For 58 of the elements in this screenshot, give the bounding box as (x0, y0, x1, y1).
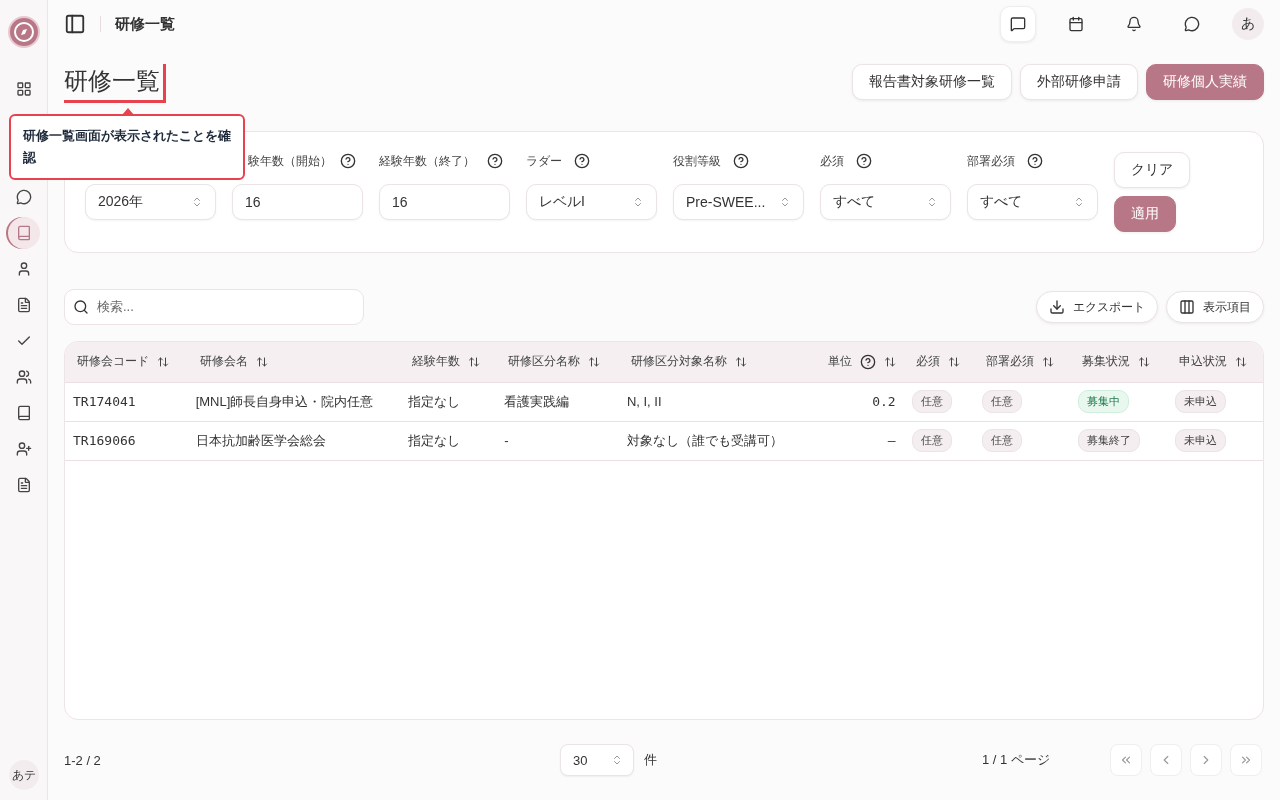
input-field[interactable]: 16 (379, 184, 510, 220)
filter-label: 験年数（開始） (248, 152, 332, 170)
filter-label: 部署必須 (967, 152, 1015, 170)
toolbar-button[interactable]: エクスポート (1036, 291, 1158, 323)
column-header[interactable]: 募集状況 (1070, 342, 1167, 382)
page-title: 研修一覧 (64, 64, 166, 103)
page-info: 1 / 1 ページ (982, 751, 1051, 769)
table-cell: TR169066 (65, 421, 188, 460)
action-button[interactable]: 外部研修申請 (1020, 64, 1138, 100)
unit-text: 件 (644, 751, 658, 769)
table-cell: [MNL]師長自身申込・院内任意 (187, 382, 400, 421)
filter-label: 必須 (820, 152, 844, 170)
column-header[interactable]: 研修区分対象名称 (618, 342, 808, 382)
status-badge: 任意 (981, 429, 1022, 452)
table-cell: 0.2 (807, 382, 904, 421)
header-title: 研修一覧 (115, 14, 176, 34)
page-size-select[interactable]: 30 (560, 744, 634, 776)
input-field[interactable]: 16 (232, 184, 363, 220)
range-text: 1-2 / 2 (64, 752, 102, 768)
action-button[interactable]: 報告書対象研修一覧 (852, 64, 1012, 100)
annotation-text: 研修一覧画面が表示されたことを確認 (23, 128, 231, 165)
status-badge: 募集終了 (1078, 429, 1141, 452)
column-header[interactable]: 必須 (903, 342, 974, 382)
status-badge: 任意 (911, 429, 952, 452)
status-badge: 未申込 (1174, 390, 1226, 413)
filter-label: ラダー (526, 152, 562, 170)
table-cell: 指定なし (399, 382, 497, 421)
status-badge: 募集中 (1078, 390, 1130, 413)
table-cell: 対象なし（誰でも受講可） (618, 421, 808, 460)
column-header[interactable]: 申込状況 (1166, 342, 1263, 382)
column-header[interactable]: 部署必須 (973, 342, 1071, 382)
filter-button[interactable]: クリア (1114, 152, 1190, 188)
status-badge: 未申込 (1174, 429, 1226, 452)
column-header[interactable]: 研修区分名称 (496, 342, 619, 382)
user-avatar[interactable]: あ (1232, 8, 1264, 40)
select-field[interactable]: レベルI (526, 184, 657, 220)
filter-label: 役割等級 (673, 152, 721, 170)
table-cell: – (807, 421, 904, 460)
table-cell: - (496, 421, 619, 460)
table-cell: 看護実践編 (496, 382, 619, 421)
table-cell: 指定なし (399, 421, 497, 460)
table-cell: N, I, II (618, 382, 808, 421)
column-header[interactable]: 経験年数 (399, 342, 497, 382)
status-badge: 任意 (981, 390, 1022, 413)
filter-label: 経験年数（終了） (379, 152, 475, 170)
status-badge: 任意 (911, 390, 952, 413)
table-cell: TR174041 (65, 382, 188, 421)
select-field[interactable]: Pre-SWEE... (673, 184, 804, 220)
user-avatar[interactable]: あテ (8, 760, 39, 790)
search-field[interactable]: 検索... (64, 289, 364, 325)
select-field[interactable]: すべて (967, 184, 1098, 220)
column-header[interactable]: 単位 (807, 342, 904, 382)
column-header[interactable]: 研修会コード (65, 342, 188, 382)
select-field[interactable]: 2026年 (85, 184, 216, 220)
toolbar-button[interactable]: 表示項目 (1166, 291, 1264, 323)
column-header[interactable]: 研修会名 (187, 342, 400, 382)
table-cell: 日本抗加齢医学会総会 (187, 421, 400, 460)
select-field[interactable]: すべて (820, 184, 951, 220)
